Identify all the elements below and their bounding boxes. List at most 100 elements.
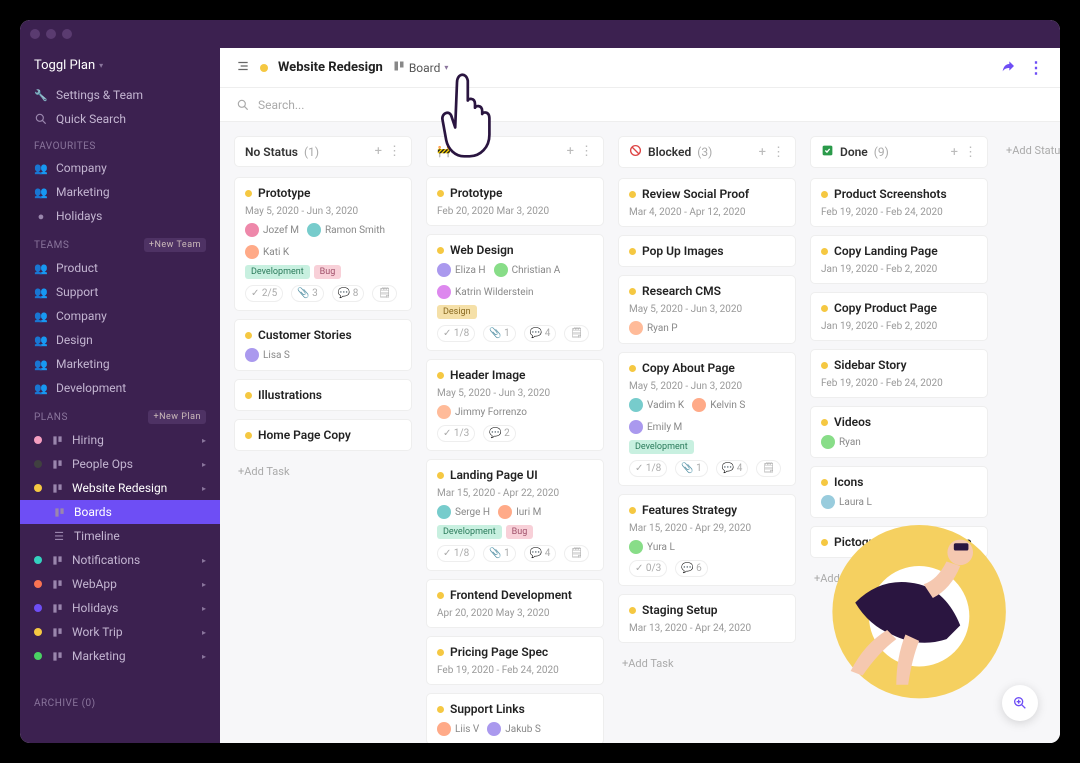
assignee[interactable]: Vadim K [629,398,684,412]
add-task-button[interactable]: +Add Task [810,566,988,591]
task-card[interactable]: Frontend Development Apr 20, 2020 May 3,… [426,579,604,628]
plan-item[interactable]: People Ops ▸ [20,452,220,476]
task-card[interactable]: Pop Up Images [618,235,796,267]
plan-item[interactable]: Website Redesign ▸ [20,476,220,500]
task-card[interactable]: Product Screenshots Feb 19, 2020 - Feb 2… [810,178,988,227]
team-item[interactable]: 👥 Company [20,304,220,328]
checklist-chip[interactable]: ✓ 1/8 [629,460,667,477]
assignee[interactable]: Iuri M [498,505,541,519]
task-card[interactable]: Support Links Liis VJakub S [426,693,604,743]
assignee[interactable]: Jimmy Forrenzo [437,405,527,419]
assignee[interactable]: Ryan P [629,321,678,335]
assignee[interactable]: Katrin Wilderstein [437,285,534,299]
workspace-switcher[interactable]: Toggl Plan ▾ [20,48,220,83]
add-icon[interactable]: + [567,144,574,159]
more-icon[interactable]: ⋮ [772,145,785,160]
checklist-chip[interactable]: ✓ 1/8 [437,325,475,342]
task-card[interactable]: Features Strategy Mar 15, 2020 - Apr 29,… [618,494,796,586]
comment-chip[interactable]: 💬 4 [524,545,557,562]
task-card[interactable]: Pricing Page Spec Feb 19, 2020 - Feb 24,… [426,636,604,685]
assignee[interactable]: Eliza H [437,263,486,277]
add-task-button[interactable]: +Add Task [234,459,412,484]
assignee[interactable]: Ramon Smith [307,223,385,237]
task-card[interactable]: Home Page Copy [234,419,412,451]
nav-search[interactable]: Quick Search [20,107,220,131]
task-card[interactable]: Prototype May 5, 2020 - Jun 3, 2020 Joze… [234,177,412,311]
attachment-chip[interactable]: 📎 1 [675,460,708,477]
comment-chip[interactable]: 💬 8 [332,285,365,302]
add-status-button[interactable]: +Add Status [1002,136,1060,165]
task-card[interactable]: Copy Landing Page Jan 19, 2020 - Feb 2, … [810,235,988,284]
plan-item[interactable]: Notifications ▸ [20,548,220,572]
task-card[interactable]: Illustrations [234,379,412,411]
project-title[interactable]: Website Redesign [278,60,383,75]
assignee[interactable]: Liis V [437,722,479,736]
task-card[interactable]: Header Image May 5, 2020 - Jun 3, 2020 J… [426,359,604,451]
team-item[interactable]: 👥 Product [20,256,220,280]
section-archive-head[interactable]: ARCHIVE (0) [20,688,220,713]
task-card[interactable]: Research CMS May 5, 2020 - Jun 3, 2020 R… [618,275,796,344]
checklist-chip[interactable]: ✓ 1/3 [437,425,475,442]
plan-item[interactable]: WebApp ▸ [20,572,220,596]
add-task-button[interactable]: +Add Task [618,651,796,676]
task-card[interactable]: Prototype Feb 20, 2020 Mar 3, 2020 [426,177,604,226]
fav-item[interactable]: ● Holidays [20,204,220,228]
traffic-light-max[interactable] [62,29,72,39]
add-icon[interactable]: + [759,145,766,160]
task-card[interactable]: Customer Stories Lisa S [234,319,412,371]
assignee[interactable]: Jakub S [487,722,541,736]
menu-toggle-icon[interactable] [236,58,250,77]
team-item[interactable]: 👥 Support [20,280,220,304]
plan-item[interactable]: Holidays ▸ [20,596,220,620]
team-item[interactable]: 👥 Marketing [20,352,220,376]
new-plan-button[interactable]: +New Plan [148,410,206,424]
checklist-chip[interactable]: ✓ 1/8 [437,545,475,562]
assignee[interactable]: Serge H [437,505,490,519]
task-card[interactable]: Staging Setup Mar 13, 2020 - Apr 24, 202… [618,594,796,643]
more-icon[interactable]: ⋮ [580,144,593,159]
task-card[interactable]: Review Social Proof Mar 4, 2020 - Apr 12… [618,178,796,227]
note-chip[interactable]: 🗒 [756,460,781,477]
more-icon[interactable]: ⋮ [964,145,977,160]
checklist-chip[interactable]: ✓ 2/5 [245,285,283,302]
plan-sub-item[interactable]: Boards [20,500,220,524]
comment-chip[interactable]: 💬 4 [524,325,557,342]
note-chip[interactable]: 🗒 [564,325,589,342]
team-item[interactable]: 👥 Design [20,328,220,352]
note-chip[interactable]: 🗒 [372,285,397,302]
assignee[interactable]: Lisa S [245,348,290,362]
task-card[interactable]: Videos Ryan [810,406,988,458]
plan-sub-item[interactable]: ☰ Timeline [20,524,220,548]
attachment-chip[interactable]: 📎 1 [483,545,516,562]
assignee[interactable]: Jozef M [245,223,299,237]
fav-item[interactable]: 👥 Company [20,156,220,180]
assignee[interactable]: Emily M [629,420,682,434]
task-card[interactable]: Sidebar Story Feb 19, 2020 - Feb 24, 202… [810,349,988,398]
attachment-chip[interactable]: 📎 3 [291,285,324,302]
zoom-fab[interactable] [1002,685,1038,721]
add-icon[interactable]: + [375,144,382,159]
plan-item[interactable]: Marketing ▸ [20,644,220,668]
share-icon[interactable] [1000,58,1016,78]
task-card[interactable]: Web Design Eliza HChristian AKatrin Wild… [426,234,604,351]
assignee[interactable]: Yura L [629,540,675,554]
view-switcher[interactable]: Board ▾ [393,60,449,75]
team-item[interactable]: 👥 Development [20,376,220,400]
task-card[interactable]: Copy Product Page Jan 19, 2020 - Feb 2, … [810,292,988,341]
checklist-chip[interactable]: ✓ 0/3 [629,560,667,577]
assignee[interactable]: Kelvin S [692,398,745,412]
fav-item[interactable]: 👥 Marketing [20,180,220,204]
task-card[interactable]: Landing Page UI Mar 15, 2020 - Apr 22, 2… [426,459,604,571]
comment-chip[interactable]: 💬 2 [483,425,516,442]
task-card[interactable]: Pictograms Product Page [810,526,988,558]
plan-item[interactable]: Work Trip ▸ [20,620,220,644]
plan-item[interactable]: Hiring ▸ [20,428,220,452]
traffic-light-close[interactable] [30,29,40,39]
more-icon[interactable]: ⋮ [388,144,401,159]
comment-chip[interactable]: 💬 4 [716,460,749,477]
new-team-button[interactable]: +New Team [144,238,206,252]
column-header[interactable]: 🚧 + ⋮ [426,136,604,167]
column-header[interactable]: No Status (1) + ⋮ [234,136,412,167]
assignee[interactable]: Laura L [821,495,872,509]
more-icon[interactable]: ⋮ [1028,58,1044,77]
